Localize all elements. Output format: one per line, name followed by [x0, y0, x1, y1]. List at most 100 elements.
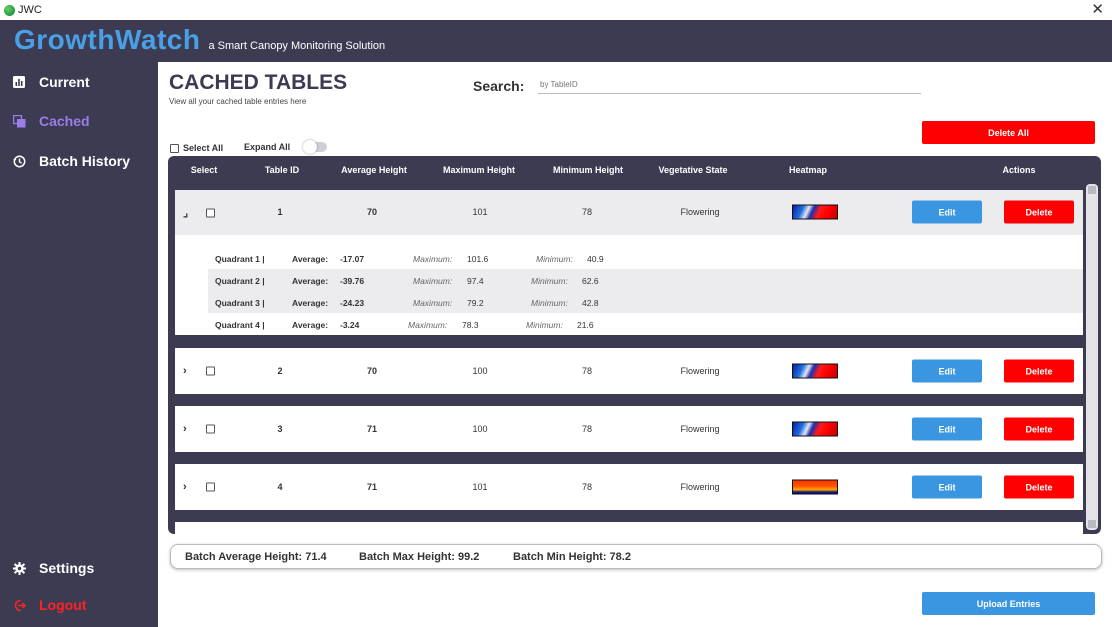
quadrant-maximum-label: Maximum:	[413, 254, 453, 264]
edit-button[interactable]: Edit	[912, 359, 982, 383]
expand-row-icon[interactable]: ›	[183, 423, 187, 435]
table-row-main: › 3 71 100 78 Flowering Edit Delete	[175, 406, 1083, 451]
expand-all-control[interactable]: Expand All	[244, 140, 328, 154]
row-checkbox[interactable]	[206, 208, 215, 217]
expand-row-icon[interactable]: ›	[183, 365, 187, 377]
bar-chart-icon	[12, 75, 26, 89]
heatmap-thumbnail[interactable]	[792, 479, 838, 495]
quadrant-maximum-value: 101.6	[467, 254, 489, 264]
cell-average-height: 70	[366, 366, 378, 376]
column-header-average-height: Average Height	[341, 165, 407, 175]
row-checkbox[interactable]	[206, 424, 215, 433]
cell-table-id: 3	[277, 424, 283, 434]
quadrant-name: Quadrant 3 |	[215, 298, 265, 308]
delete-button[interactable]: Delete	[1004, 475, 1074, 499]
column-header-table-id: Table ID	[264, 165, 300, 175]
quadrant-row: Quadrant 3 | Average: -24.23 Maximum: 79…	[208, 291, 1083, 313]
scroll-down-icon[interactable]	[1088, 520, 1096, 528]
table-row: › 2 70 100 78 Flowering Edit Delete	[175, 348, 1083, 394]
delete-button[interactable]: Delete	[1004, 200, 1074, 224]
table-scrollbar[interactable]	[1086, 184, 1098, 530]
delete-button[interactable]: Delete	[1004, 359, 1074, 383]
batch-summary: Batch Average Height: 71.4 Batch Max Hei…	[170, 544, 1102, 569]
edit-button[interactable]: Edit	[912, 417, 982, 441]
brand-logo: GrowthWatch	[14, 24, 201, 55]
row-checkbox[interactable]	[206, 366, 215, 375]
select-all-label: Select All	[183, 143, 224, 153]
toggle-knob	[303, 140, 318, 154]
sidebar-item-label: Logout	[39, 597, 87, 613]
table-row-main: ⌟ 1 70 101 78 Flowering Edit Delete	[175, 190, 1083, 235]
cached-table: Select Table ID Average Height Maximum H…	[168, 156, 1101, 534]
expand-all-label: Expand All	[244, 142, 291, 152]
select-all-control[interactable]: Select All	[170, 143, 223, 153]
table-row: › 3 71 100 78 Flowering Edit Delete	[175, 406, 1083, 452]
column-header-select: Select	[190, 165, 218, 175]
column-header-vegetative-state: Vegetative State	[658, 165, 728, 175]
page-subtitle: View all your cached table entries here	[169, 97, 307, 106]
expand-all-toggle[interactable]	[303, 140, 328, 154]
sidebar-item-label: Batch History	[39, 153, 131, 169]
cell-vegetative-state: Flowering	[680, 482, 720, 492]
close-window-icon[interactable]: ✕	[1091, 1, 1104, 19]
heatmap-thumbnail[interactable]	[792, 363, 838, 379]
edit-button[interactable]: Edit	[912, 475, 982, 499]
quadrant-name: Quadrant 2 |	[215, 276, 265, 286]
sidebar-item-batch-history[interactable]: Batch History	[12, 153, 130, 169]
search-input[interactable]	[538, 76, 921, 94]
quadrant-average-value: -3.24	[340, 320, 360, 330]
delete-all-button[interactable]: Delete All	[922, 121, 1095, 144]
column-header-maximum-height: Maximum Height	[442, 165, 516, 175]
column-header-actions: Actions	[1002, 165, 1036, 175]
quadrant-name: Quadrant 1 |	[215, 254, 265, 264]
quadrant-maximum-label: Maximum:	[413, 298, 453, 308]
sidebar-item-current[interactable]: Current	[12, 74, 90, 90]
quadrant-average-label: Average:	[292, 276, 329, 286]
collapse-row-icon[interactable]: ⌟	[183, 206, 188, 219]
quadrant-minimum-label: Minimum:	[531, 298, 568, 308]
edit-button[interactable]: Edit	[912, 200, 982, 224]
quadrant-maximum-value: 97.4	[467, 276, 484, 286]
upload-entries-button[interactable]: Upload Entries	[922, 592, 1095, 615]
sidebar-item-label: Settings	[39, 560, 95, 576]
quadrant-maximum-value: 78.3	[462, 320, 479, 330]
main-content: CACHED TABLES View all your cached table…	[158, 62, 1112, 627]
window-titlebar: JWC ✕	[0, 0, 1112, 20]
table-row: ⌟ 1 70 101 78 Flowering Edit Delete Quad…	[175, 190, 1083, 335]
delete-button[interactable]: Delete	[1004, 417, 1074, 441]
column-header-minimum-height: Minimum Height	[553, 165, 623, 175]
cell-table-id: 1	[277, 207, 283, 217]
select-all-checkbox[interactable]	[170, 143, 179, 153]
cell-table-id: 4	[277, 482, 283, 492]
sidebar-item-settings[interactable]: Settings	[12, 560, 94, 576]
column-header-heatmap: Heatmap	[788, 165, 828, 175]
page-title: CACHED TABLES	[169, 71, 348, 94]
quadrant-maximum-label: Maximum:	[408, 320, 448, 330]
quadrant-minimum-value: 21.6	[577, 320, 594, 330]
copy-icon	[12, 114, 26, 128]
batch-average-height: Batch Average Height: 71.4	[185, 551, 327, 563]
quadrant-row: Quadrant 2 | Average: -39.76 Maximum: 97…	[208, 269, 1083, 291]
scroll-up-icon[interactable]	[1088, 186, 1096, 194]
quadrant-minimum-label: Minimum:	[536, 254, 573, 264]
cell-minimum-height: 78	[581, 482, 593, 492]
quadrant-average-value: -39.76	[340, 276, 365, 286]
cell-maximum-height: 100	[472, 366, 488, 376]
cell-vegetative-state: Flowering	[680, 424, 720, 434]
cell-maximum-height: 101	[472, 482, 488, 492]
quadrant-average-label: Average:	[292, 298, 329, 308]
sidebar-item-logout[interactable]: Logout	[12, 597, 86, 613]
row-checkbox[interactable]	[206, 482, 215, 491]
quadrant-maximum-label: Maximum:	[413, 276, 453, 286]
cell-minimum-height: 78	[581, 207, 593, 217]
quadrant-minimum-label: Minimum:	[526, 320, 563, 330]
heatmap-thumbnail[interactable]	[792, 204, 838, 220]
cell-minimum-height: 78	[581, 424, 593, 434]
quadrant-row: Quadrant 4 | Average: -3.24 Maximum: 78.…	[175, 313, 1083, 335]
table-header: Select Table ID Average Height Maximum H…	[168, 156, 1101, 184]
quadrant-average-label: Average:	[292, 254, 329, 264]
sidebar-item-cached[interactable]: Cached	[12, 113, 90, 129]
expand-row-icon[interactable]: ›	[183, 481, 187, 493]
heatmap-thumbnail[interactable]	[792, 421, 838, 437]
sidebar-item-label: Current	[39, 74, 90, 90]
